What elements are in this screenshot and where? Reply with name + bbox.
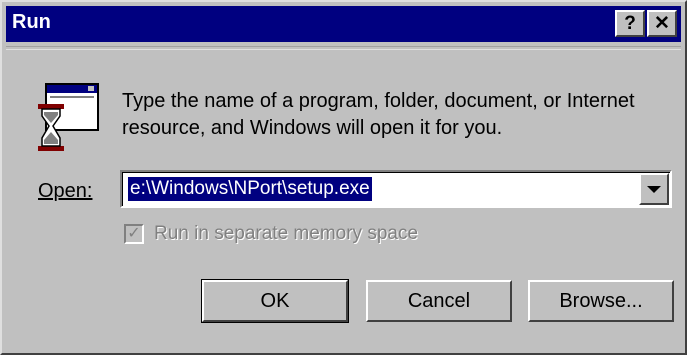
- separate-memory-option[interactable]: ✓ Run in separate memory space: [124, 222, 418, 246]
- run-dialog: Run ? ✕ Type the name of a program, fold…: [0, 0, 687, 355]
- open-label-text: Open:: [38, 180, 93, 202]
- open-label: Open:: [38, 180, 92, 203]
- browse-button[interactable]: Browse...: [528, 280, 674, 322]
- ok-button[interactable]: OK: [201, 279, 349, 323]
- open-combobox[interactable]: e:\Windows\NPort\setup.exe: [120, 170, 672, 208]
- open-input[interactable]: e:\Windows\NPort\setup.exe: [128, 177, 372, 201]
- title-bar[interactable]: Run ? ✕: [6, 6, 681, 42]
- close-icon: ✕: [654, 13, 670, 34]
- browse-button-label: Browse...: [559, 289, 643, 312]
- help-icon: ?: [624, 13, 636, 34]
- separate-memory-checkbox[interactable]: ✓: [124, 224, 144, 244]
- instruction-text: Type the name of a program, folder, docu…: [122, 90, 635, 139]
- dropdown-button[interactable]: [639, 173, 669, 205]
- title-separator: [6, 46, 681, 50]
- ok-button-label: OK: [260, 289, 290, 312]
- chevron-down-icon: [647, 185, 661, 193]
- close-button[interactable]: ✕: [647, 10, 677, 37]
- check-icon: ✓: [127, 225, 141, 242]
- cancel-button[interactable]: Cancel: [366, 280, 512, 322]
- cancel-button-label: Cancel: [407, 289, 471, 312]
- run-program-icon: [38, 83, 99, 151]
- window-title: Run: [12, 11, 51, 33]
- help-button[interactable]: ?: [615, 10, 645, 37]
- separate-memory-label: Run in separate memory space: [154, 223, 419, 244]
